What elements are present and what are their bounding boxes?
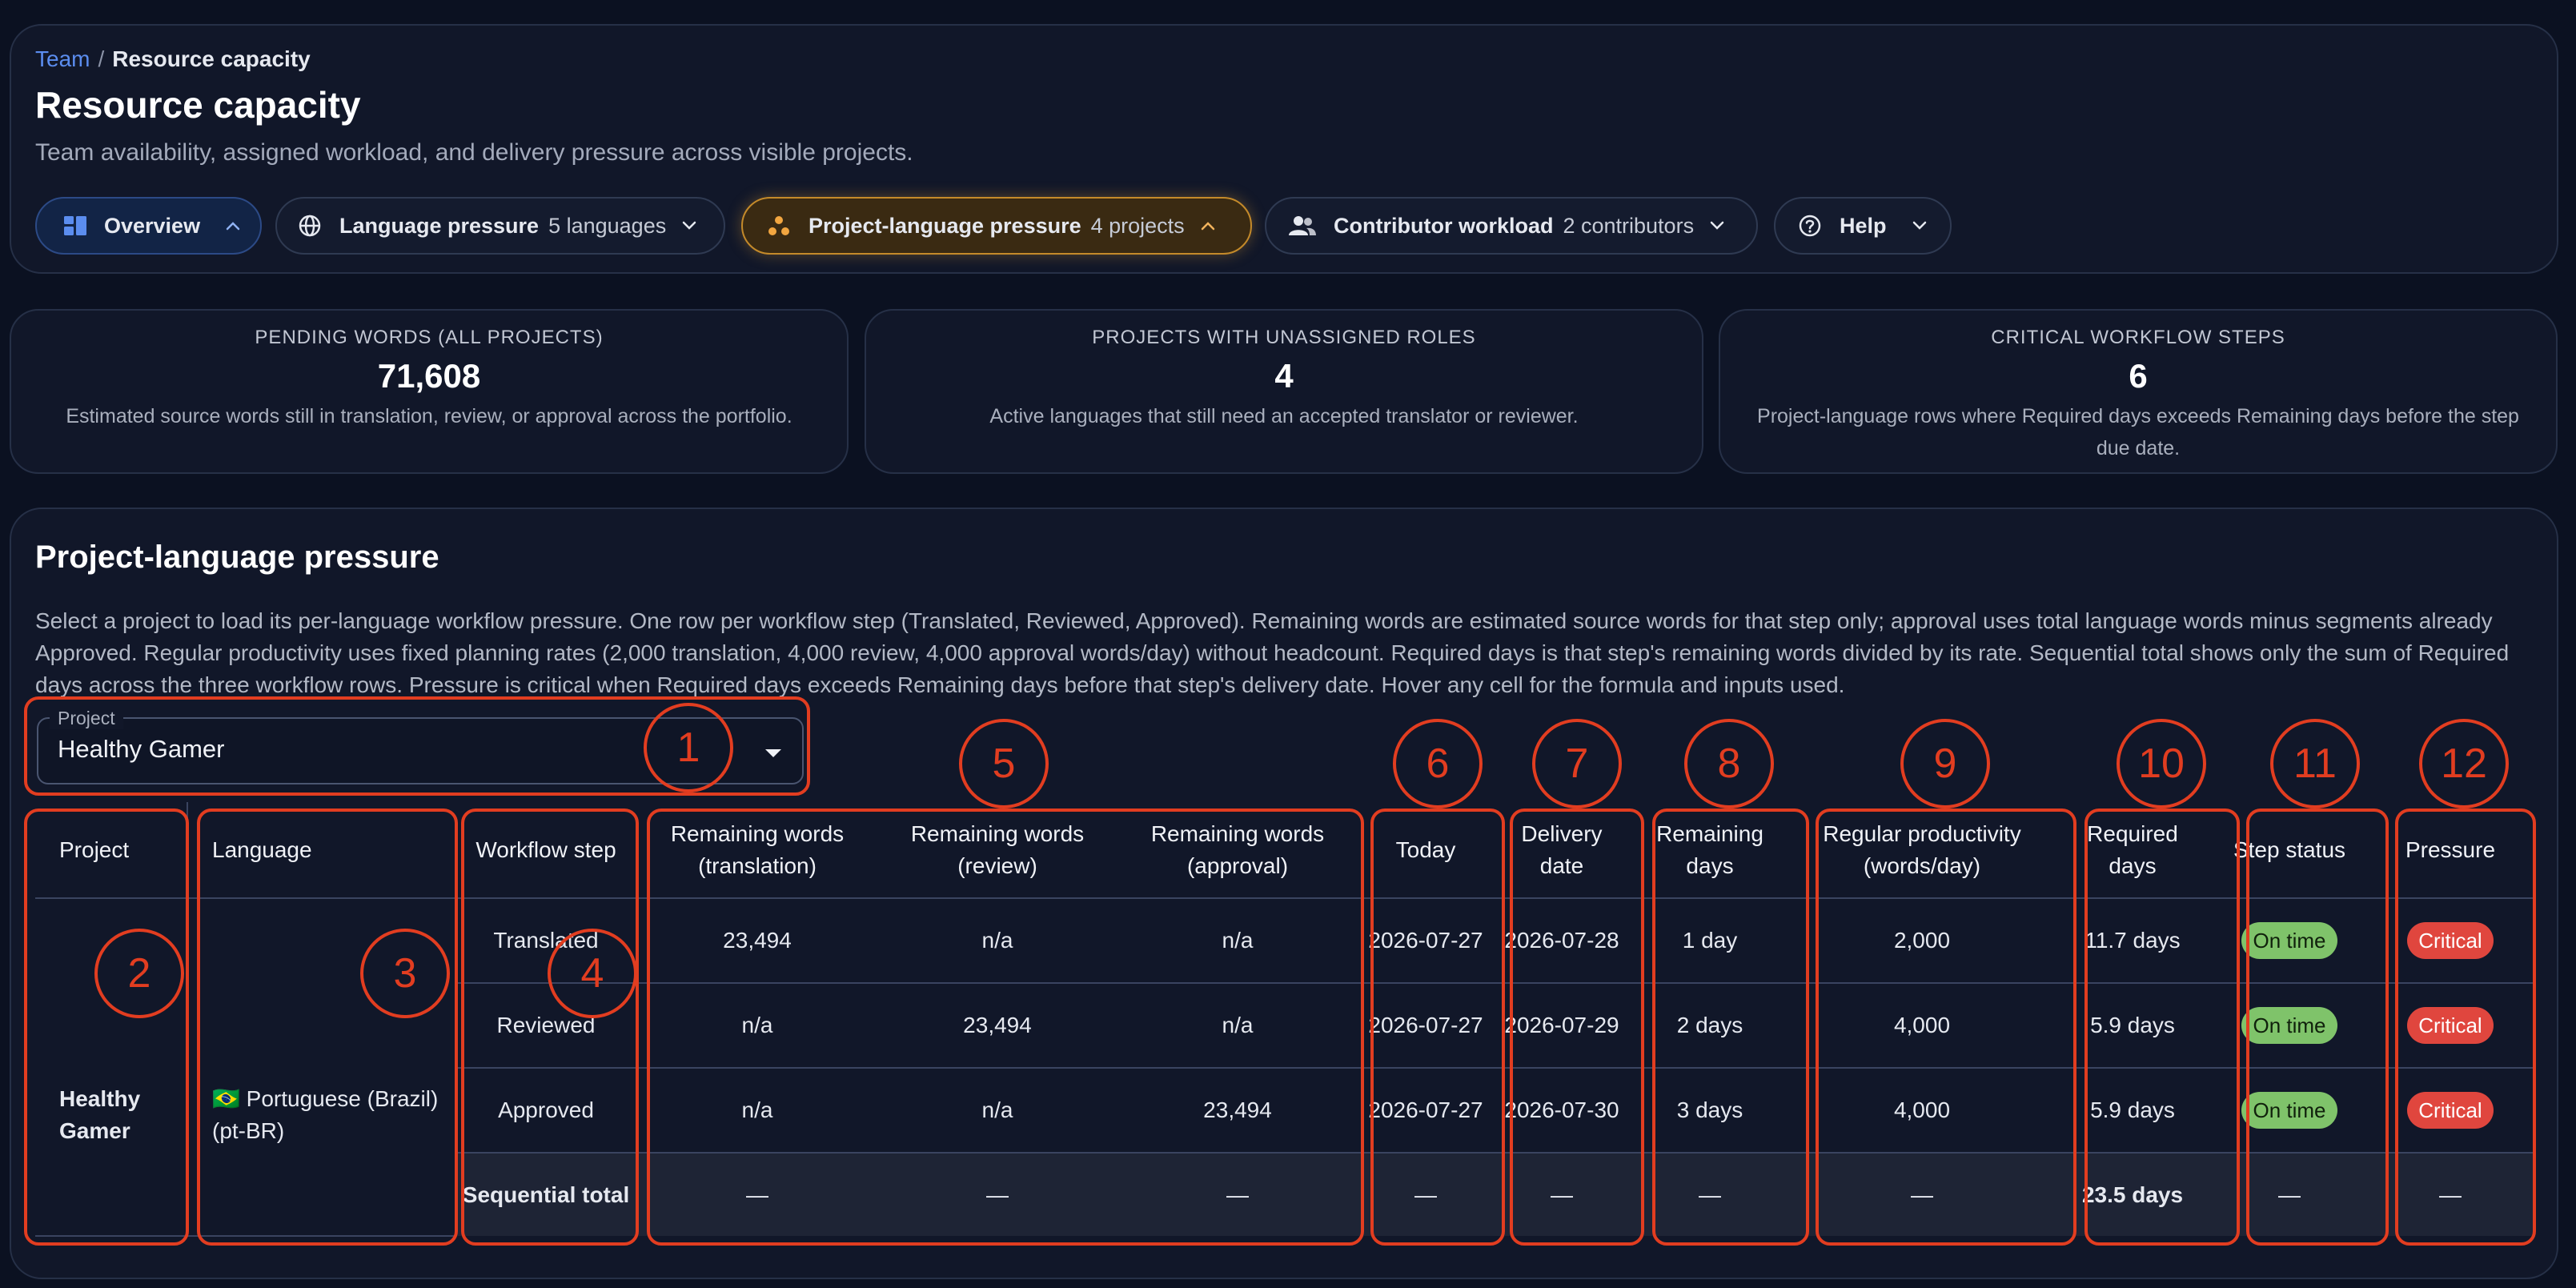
help-icon (1799, 215, 1821, 237)
section-title: Project-language pressure (35, 540, 439, 575)
tab-language-pressure-label: Language pressure (339, 213, 540, 238)
annotation-box-8 (1652, 809, 1809, 1246)
annotation-marker-8: 8 (1684, 719, 1774, 809)
annotation-box-9 (1816, 809, 2076, 1246)
stat-label: Critical workflow steps (1991, 327, 2285, 348)
annotation-box-2 (24, 809, 189, 1246)
chevron-down-icon (1912, 221, 1926, 230)
dashboard-icon (64, 216, 86, 235)
stat-description: Project-language rows where Required day… (1757, 405, 2519, 459)
annotation-box-11 (2246, 809, 2389, 1246)
annotation-marker-3: 3 (360, 929, 450, 1018)
annotation-box-5 (647, 809, 1364, 1246)
chevron-up-icon (1201, 222, 1214, 231)
tab-contributor-workload-label: Contributor workload (1334, 213, 1554, 238)
tab-help-label: Help (1840, 213, 1887, 238)
tab-contributor-workload-count: 2 contributors (1563, 213, 1695, 238)
tab-project-language-pressure-label: Project-language pressure (809, 213, 1081, 238)
annotation-marker-7: 7 (1532, 719, 1622, 809)
annotation-box-12 (2395, 809, 2536, 1246)
stat-value: 71,608 (377, 357, 481, 395)
annotation-marker-4: 4 (548, 929, 637, 1018)
annotation-box-3 (197, 809, 458, 1246)
stat-card-unassigned-roles: Projects with unassigned roles 4 Active … (865, 309, 1703, 474)
annotation-box-6 (1370, 809, 1505, 1246)
breadcrumb-separator: / (98, 46, 105, 71)
chevron-up-icon (226, 222, 240, 231)
tab-help[interactable]: Help (1774, 197, 1952, 255)
stat-description: Active languages that still need an acce… (989, 405, 1579, 427)
tab-language-pressure[interactable]: Language pressure 5 languages (275, 197, 725, 255)
annotation-marker-11: 11 (2270, 719, 2360, 809)
tab-overview[interactable]: Overview (35, 197, 262, 255)
stat-value: 4 (1274, 357, 1294, 395)
annotation-marker-5: 5 (959, 719, 1049, 809)
annotation-marker-9: 9 (1900, 719, 1990, 809)
breadcrumb-team-link[interactable]: Team (35, 46, 90, 71)
chevron-down-icon (1710, 221, 1724, 230)
annotation-box-10 (2084, 809, 2240, 1246)
breadcrumb-current: Resource capacity (112, 46, 311, 71)
stat-label: Pending words (all projects) (255, 327, 604, 348)
tab-language-pressure-count: 5 languages (548, 213, 667, 238)
breadcrumb: Team / Resource capacity (35, 46, 311, 72)
dots-icon (768, 216, 789, 235)
stat-description: Estimated source words still in translat… (66, 405, 792, 427)
page-subtitle: Team availability, assigned workload, an… (35, 139, 913, 166)
annotation-marker-6: 6 (1393, 719, 1483, 809)
annotation-box-4 (461, 809, 639, 1246)
annotation-box-7 (1510, 809, 1644, 1246)
stat-card-critical-steps: Critical workflow steps 6 Project-langua… (1719, 309, 2558, 474)
stat-card-pending-words: Pending words (all projects) 71,608 Esti… (10, 309, 849, 474)
tab-contributor-workload[interactable]: Contributor workload 2 contributors (1265, 197, 1758, 255)
section-description: Select a project to load its per-languag… (35, 608, 2510, 697)
chevron-down-icon (682, 221, 696, 230)
annotation-marker-10: 10 (2117, 719, 2206, 809)
annotation-marker-1: 1 (644, 703, 733, 792)
page-title: Resource capacity (35, 84, 361, 126)
stat-label: Projects with unassigned roles (1092, 327, 1476, 348)
annotation-marker-12: 12 (2419, 719, 2509, 809)
tab-project-language-pressure-count: 4 projects (1090, 213, 1185, 238)
globe-icon (299, 215, 321, 237)
tab-project-language-pressure[interactable]: Project-language pressure 4 projects (741, 197, 1252, 255)
users-icon (1289, 216, 1316, 235)
tab-overview-label: Overview (104, 213, 201, 238)
stat-value: 6 (2129, 357, 2148, 395)
annotation-marker-2: 2 (94, 929, 184, 1018)
